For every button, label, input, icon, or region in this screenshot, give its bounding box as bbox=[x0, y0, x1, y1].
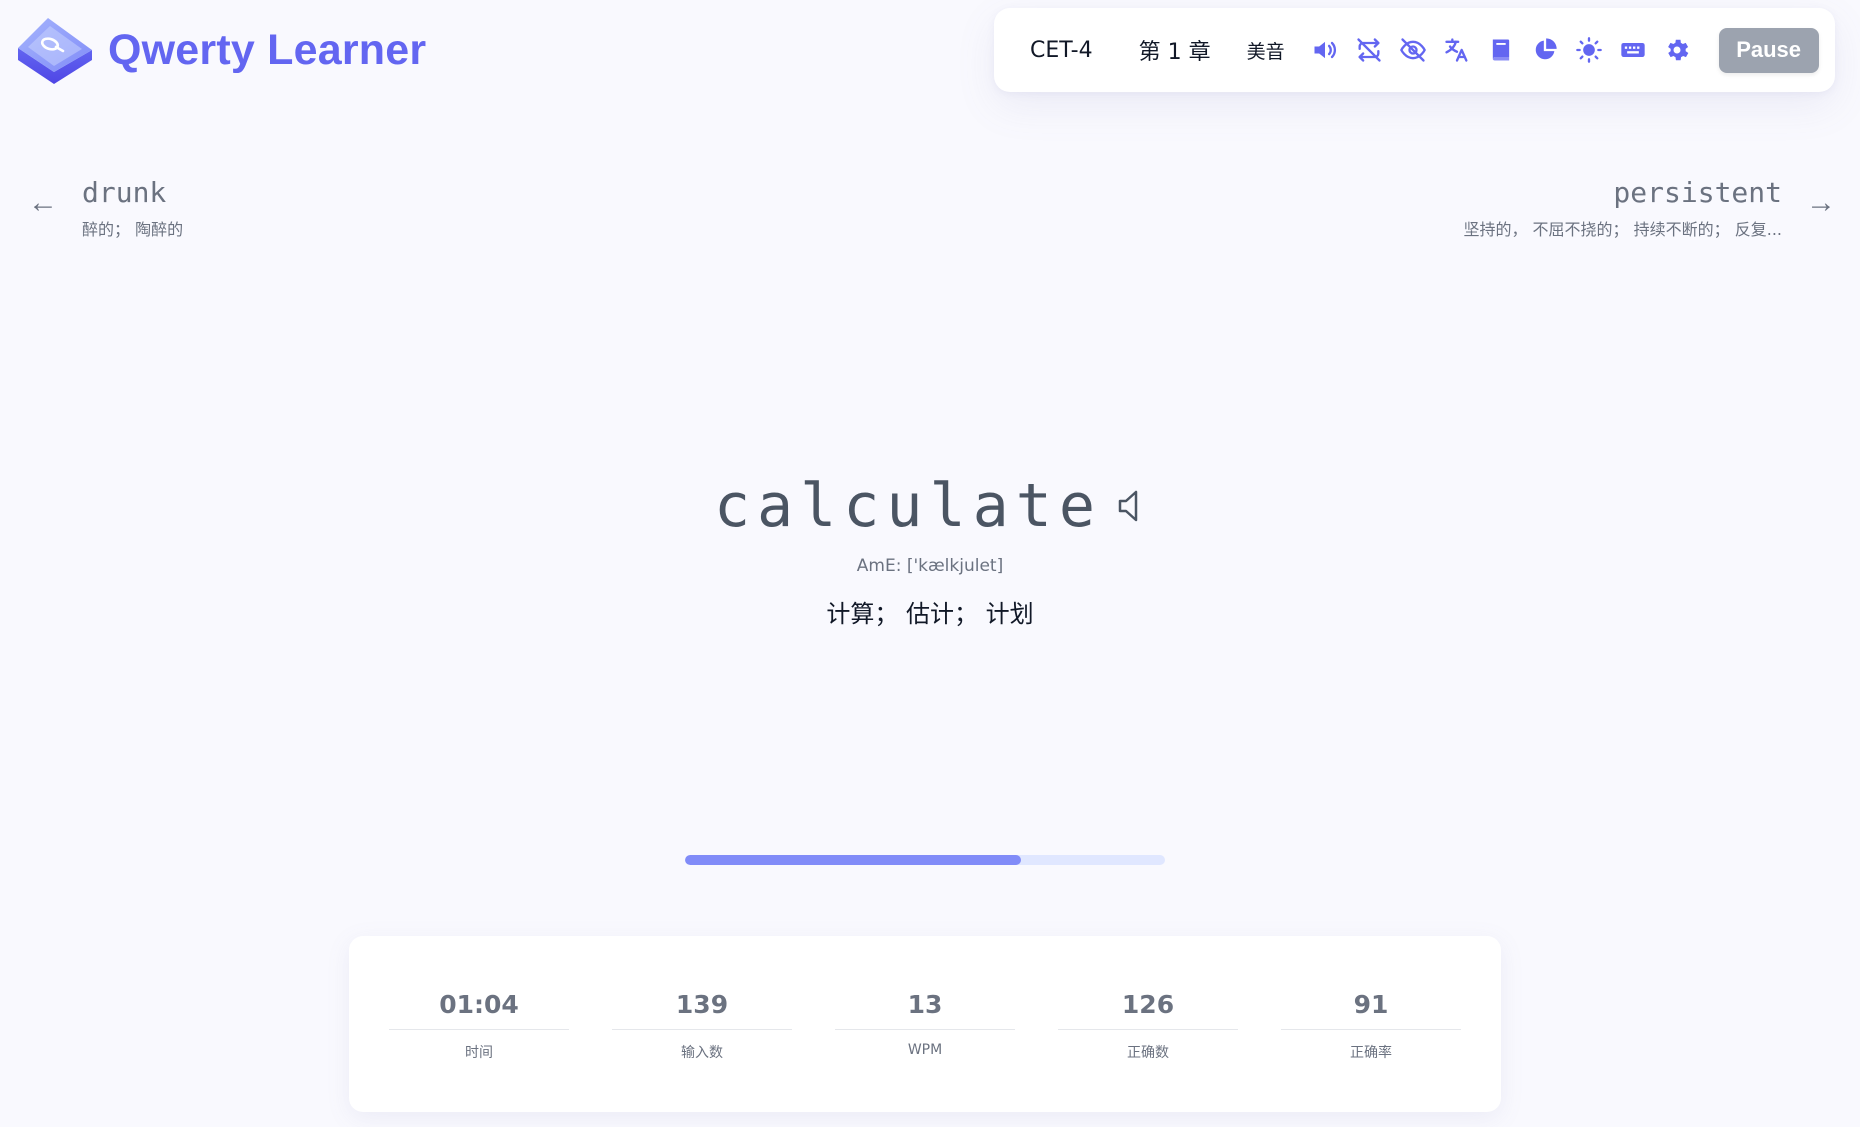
stat-value: 91 bbox=[1281, 990, 1461, 1030]
app-title: Qwerty Learner bbox=[108, 25, 427, 74]
phonetic-text: AmE: ['kælkjulet] bbox=[856, 556, 1004, 576]
chapter-progress-bar bbox=[685, 855, 1165, 865]
stat-label: WPM bbox=[907, 1042, 943, 1058]
stat-time: 01:04 时间 bbox=[389, 936, 569, 1112]
gear-icon[interactable] bbox=[1663, 36, 1691, 64]
current-word-panel: calculate AmE: ['kælkjulet] 计算； 估计； 计划 bbox=[0, 466, 1860, 629]
accent-selector[interactable]: 美音 bbox=[1247, 37, 1285, 64]
brand[interactable]: Qwerty Learner bbox=[14, 14, 426, 86]
previous-word-nav[interactable]: ← drunk 醉的； 陶醉的 bbox=[28, 176, 183, 240]
stat-correct-count: 126 正确数 bbox=[1058, 936, 1238, 1112]
eye-off-icon[interactable] bbox=[1399, 36, 1427, 64]
arrow-right-icon[interactable]: → bbox=[1806, 188, 1836, 218]
previous-word-translation: 醉的； 陶醉的 bbox=[82, 220, 184, 239]
stats-panel: 01:04 时间 139 输入数 13 WPM 126 正确数 91 正确率 bbox=[349, 936, 1501, 1112]
arrow-left-icon[interactable]: ← bbox=[28, 188, 58, 218]
book-icon[interactable] bbox=[1487, 36, 1515, 64]
current-word: calculate bbox=[713, 471, 1103, 541]
pronounce-speaker-icon[interactable] bbox=[1116, 486, 1146, 526]
loop-off-icon[interactable] bbox=[1355, 36, 1383, 64]
keyboard-icon[interactable] bbox=[1619, 36, 1647, 64]
chapter-selector[interactable]: 第 1 章 bbox=[1139, 34, 1211, 66]
pie-chart-icon[interactable] bbox=[1531, 36, 1559, 64]
dictionary-selector[interactable]: CET-4 bbox=[1030, 38, 1093, 63]
next-word-translation: 坚持的， 不屈不挠的； 持续不断的； 反复... bbox=[1463, 220, 1782, 239]
stat-input-count: 139 输入数 bbox=[612, 936, 792, 1112]
stat-value: 139 bbox=[612, 990, 792, 1030]
stat-label: 时间 bbox=[465, 1045, 493, 1061]
stat-value: 126 bbox=[1058, 990, 1238, 1030]
next-word-nav[interactable]: persistent 坚持的， 不屈不挠的； 持续不断的； 反复... → bbox=[1463, 176, 1836, 240]
stat-wpm: 13 WPM bbox=[835, 936, 1015, 1112]
chapter-progress-fill bbox=[685, 855, 1021, 865]
stat-value: 13 bbox=[835, 990, 1015, 1030]
current-word-translation: 计算； 估计； 计划 bbox=[826, 600, 1034, 628]
keycap-q-logo-icon bbox=[14, 14, 96, 86]
stat-label: 正确数 bbox=[1127, 1045, 1169, 1061]
stat-label: 正确率 bbox=[1350, 1045, 1392, 1061]
previous-word: drunk bbox=[82, 176, 167, 209]
stat-accuracy: 91 正确率 bbox=[1281, 936, 1461, 1112]
top-toolbar: CET-4 第 1 章 美音 Pause bbox=[994, 8, 1835, 92]
stat-label: 输入数 bbox=[681, 1045, 723, 1061]
speaker-icon[interactable] bbox=[1311, 36, 1339, 64]
stat-value: 01:04 bbox=[389, 990, 569, 1030]
next-word: persistent bbox=[1613, 176, 1782, 209]
pause-button[interactable]: Pause bbox=[1718, 27, 1819, 73]
sun-icon[interactable] bbox=[1575, 36, 1603, 64]
translate-icon[interactable] bbox=[1443, 36, 1471, 64]
